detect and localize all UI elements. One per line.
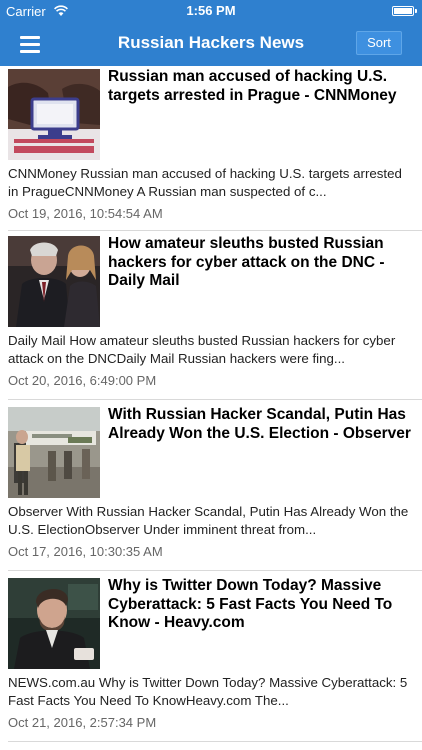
list-divider bbox=[8, 741, 422, 742]
article-headline: How amateur sleuths busted Russian hacke… bbox=[108, 235, 385, 289]
article-headline: Why is Twitter Down Today? Massive Cyber… bbox=[108, 577, 393, 631]
hamburger-menu-icon[interactable] bbox=[12, 32, 46, 56]
menu-line bbox=[20, 50, 40, 53]
status-bar: Carrier 1:56 PM bbox=[0, 0, 422, 22]
article-thumbnail bbox=[8, 236, 100, 327]
nav-bar: Russian Hackers News Sort bbox=[0, 22, 422, 66]
article-thumbnail bbox=[8, 69, 100, 160]
news-list[interactable]: Russian man accused of hacking U.S. targ… bbox=[0, 66, 422, 746]
article-date: Oct 21, 2016, 2:57:34 PM bbox=[8, 715, 157, 730]
article-date: Oct 20, 2016, 6:49:00 PM bbox=[8, 373, 157, 388]
news-list-item[interactable]: Why is Twitter Down Today? Massive Cyber… bbox=[0, 575, 422, 746]
list-divider bbox=[8, 570, 422, 571]
article-headline: Russian man accused of hacking U.S. targ… bbox=[108, 68, 397, 104]
article-snippet: CNNMoney Russian man accused of hacking … bbox=[8, 166, 402, 199]
article-thumbnail bbox=[8, 578, 100, 669]
article-headline: With Russian Hacker Scandal, Putin Has A… bbox=[108, 406, 411, 442]
list-divider bbox=[8, 230, 422, 231]
article-snippet: Daily Mail How amateur sleuths busted Ru… bbox=[8, 333, 396, 366]
article-date: Oct 19, 2016, 10:54:54 AM bbox=[8, 206, 163, 221]
menu-line bbox=[20, 36, 40, 39]
menu-line bbox=[20, 43, 40, 46]
news-list-item[interactable]: How amateur sleuths busted Russian hacke… bbox=[0, 233, 422, 404]
app-screen: Carrier 1:56 PM Russian Hackers News Sor… bbox=[0, 0, 422, 750]
battery-icon bbox=[392, 6, 417, 16]
article-date: Oct 17, 2016, 10:30:35 AM bbox=[8, 544, 163, 559]
article-snippet: NEWS.com.au Why is Twitter Down Today? M… bbox=[8, 675, 408, 708]
battery-cap bbox=[415, 9, 417, 13]
news-list-item[interactable]: Russian man accused of hacking U.S. targ… bbox=[0, 66, 422, 233]
sort-button[interactable]: Sort bbox=[356, 31, 402, 55]
article-snippet: Observer With Russian Hacker Scandal, Pu… bbox=[8, 504, 409, 537]
status-time: 1:56 PM bbox=[186, 3, 236, 18]
news-list-item[interactable]: With Russian Hacker Scandal, Putin Has A… bbox=[0, 404, 422, 575]
battery-fill bbox=[394, 8, 412, 14]
list-divider bbox=[8, 399, 422, 400]
article-thumbnail bbox=[8, 407, 100, 498]
page-title: Russian Hackers News bbox=[117, 33, 305, 52]
